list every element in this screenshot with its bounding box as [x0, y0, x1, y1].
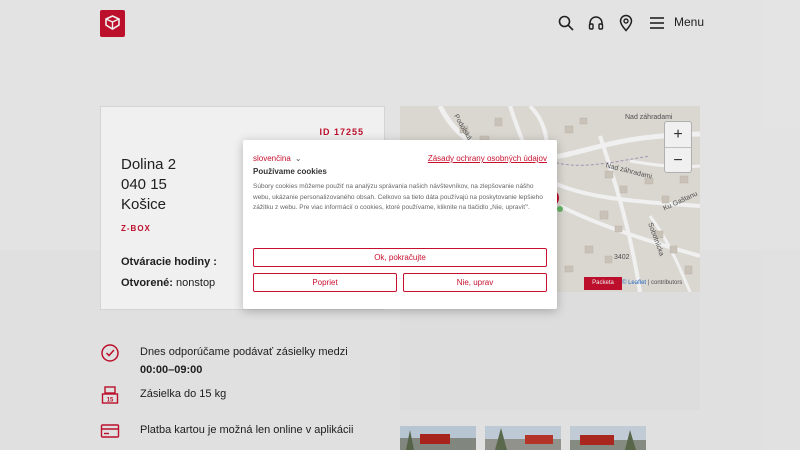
privacy-policy-link[interactable]: Zásady ochrany osobných údajov: [428, 154, 547, 163]
cookie-consent-dialog: slovenčina ⌄ Zásady ochrany osobných údaj…: [243, 140, 557, 309]
language-selector[interactable]: slovenčina ⌄: [253, 154, 302, 163]
cookie-title: Používame cookies: [253, 167, 327, 176]
cookie-description: Súbory cookies môžeme použiť na analýzu …: [253, 183, 543, 211]
adjust-cookies-button[interactable]: Nie, uprav: [403, 273, 547, 292]
chevron-down-icon: ⌄: [294, 154, 302, 163]
reject-cookies-button[interactable]: Popriet: [253, 273, 397, 292]
language-label: slovenčina: [253, 154, 291, 163]
accept-cookies-button[interactable]: Ok, pokračujte: [253, 248, 547, 267]
